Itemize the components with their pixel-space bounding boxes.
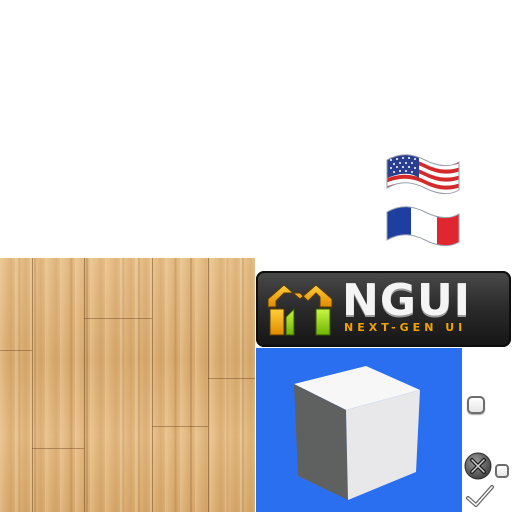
cube-icon <box>294 366 420 500</box>
ngui-logo: NGUI NEXT-GEN UI <box>256 271 511 347</box>
close-icon[interactable] <box>463 451 493 481</box>
logo-wordmark: NGUI <box>342 275 472 326</box>
cube-preview-panel <box>256 348 462 512</box>
ngui-logo-mark <box>267 284 333 336</box>
wood-texture <box>0 258 255 512</box>
checkbox-small[interactable] <box>495 464 509 478</box>
fr-flag-icon <box>386 206 460 247</box>
checkbox-large[interactable] <box>467 396 485 414</box>
us-flag-icon <box>386 154 460 195</box>
logo-tagline: NEXT-GEN UI <box>344 321 467 334</box>
check-icon <box>466 485 494 507</box>
